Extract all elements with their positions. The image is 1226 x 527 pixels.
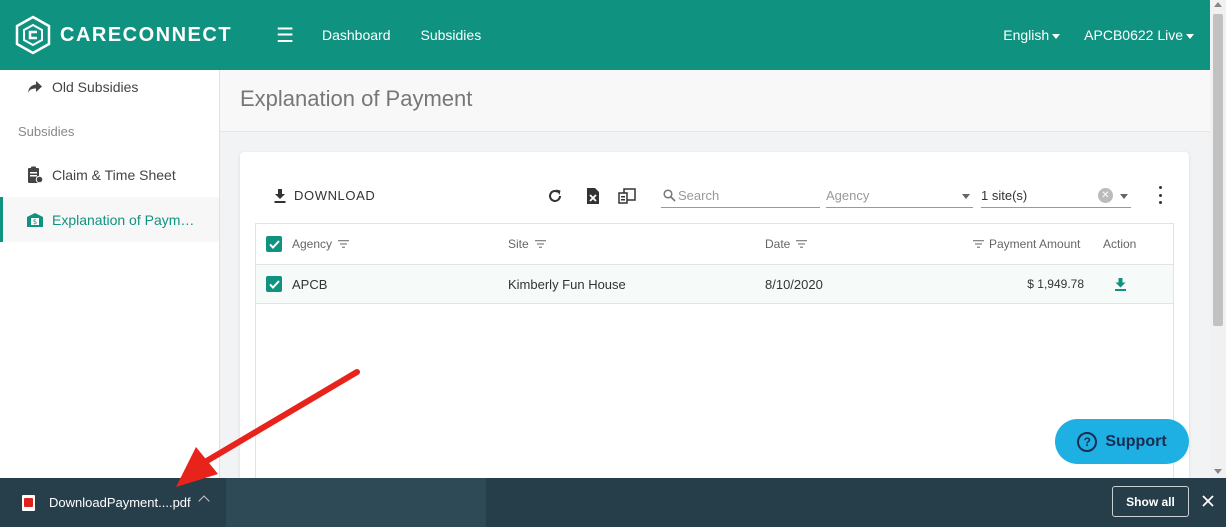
clipboard-icon	[26, 166, 44, 184]
column-header-date[interactable]: Date	[765, 224, 808, 264]
vertical-scrollbar[interactable]	[1210, 0, 1226, 478]
chevron-up-icon[interactable]	[198, 495, 210, 507]
select-all-checkbox-cell	[266, 224, 282, 264]
svg-text:$: $	[33, 218, 37, 226]
close-icon[interactable]	[1200, 493, 1216, 509]
search-field[interactable]	[661, 184, 820, 208]
table-header: Agency Site Date Payment Amount Action	[256, 224, 1173, 265]
page-title: Explanation of Payment	[240, 86, 473, 111]
top-header: CARECONNECT ☰ Dashboard Subsidies Englis…	[0, 0, 1210, 70]
show-all-button[interactable]: Show all	[1112, 486, 1189, 517]
language-label: English	[1003, 27, 1050, 43]
support-button[interactable]: ? Support	[1055, 419, 1189, 464]
column-label: Action	[1103, 237, 1137, 251]
share-arrow-icon	[26, 78, 44, 96]
site-select-value: 1 site(s)	[981, 188, 1028, 203]
pdf-file-icon	[22, 494, 35, 511]
download-bar: DownloadPayment....pdf Show all	[0, 478, 1226, 527]
cell-agency: APCB	[292, 276, 328, 292]
search-icon	[663, 189, 676, 202]
building-dollar-icon: $	[26, 211, 44, 229]
payment-card: DOWNLOAD Agency 1 site(s) ✕ Agency	[240, 152, 1189, 492]
cell-date: 8/10/2020	[765, 276, 823, 292]
scroll-up-icon[interactable]	[1214, 2, 1222, 7]
help-icon: ?	[1077, 431, 1098, 452]
table-row[interactable]: APCB Kimberly Fun House 8/10/2020 $ 1,94…	[256, 265, 1173, 304]
sidebar-item-old-subsidies[interactable]: Old Subsidies	[0, 74, 219, 100]
excel-export-icon[interactable]	[583, 186, 603, 206]
filter-icon[interactable]	[973, 240, 984, 248]
row-checkbox-cell	[266, 265, 282, 303]
select-all-checkbox[interactable]	[266, 236, 282, 252]
column-label: Date	[765, 237, 791, 251]
column-label: Agency	[292, 237, 333, 251]
chevron-down-icon	[962, 194, 970, 199]
brand-name: CARECONNECT	[60, 23, 233, 46]
language-dropdown[interactable]: English	[1003, 27, 1061, 43]
payment-table: Agency Site Date Payment Amount Action A…	[255, 223, 1174, 492]
caret-down-icon	[1052, 33, 1061, 39]
sidebar-item-claim-time-sheet[interactable]: Claim & Time Sheet	[0, 162, 219, 188]
support-label: Support	[1105, 432, 1167, 450]
downloaded-file-name: DownloadPayment....pdf	[49, 495, 191, 510]
row-download-icon[interactable]	[1115, 265, 1126, 303]
logo[interactable]: CARECONNECT	[14, 15, 232, 55]
filter-icon[interactable]	[338, 240, 350, 248]
hamburger-menu-icon[interactable]: ☰	[276, 23, 294, 48]
account-label: APCB0622 Live	[1084, 27, 1183, 43]
sidebar-item-label: Claim & Time Sheet	[52, 167, 176, 183]
filter-icon[interactable]	[534, 240, 546, 248]
download-icon	[274, 188, 286, 203]
agency-select[interactable]: Agency	[826, 184, 973, 208]
cell-site: Kimberly Fun House	[508, 276, 626, 292]
caret-down-icon	[1186, 33, 1194, 39]
filter-icon[interactable]	[796, 240, 808, 248]
clear-icon[interactable]: ✕	[1098, 188, 1113, 203]
sidebar-item-label: Old Subsidies	[52, 79, 139, 95]
page-header: Explanation of Payment	[220, 70, 1210, 132]
check-icon	[268, 239, 280, 249]
cell-payment-amount: $ 1,949.78	[1027, 277, 1084, 291]
chevron-down-icon	[1120, 194, 1128, 199]
more-options-icon[interactable]	[1154, 186, 1166, 204]
column-header-payment-amount[interactable]: Payment Amount	[973, 224, 1080, 264]
check-icon	[268, 279, 280, 289]
column-header-action: Action	[1103, 224, 1136, 264]
account-dropdown[interactable]: APCB0622 Live	[1084, 27, 1194, 43]
scroll-down-icon[interactable]	[1214, 469, 1222, 474]
sidebar-item-explanation-of-payment[interactable]: $ Explanation of Paym…	[0, 197, 219, 242]
column-label: Site	[508, 237, 529, 251]
agency-placeholder: Agency	[826, 188, 870, 203]
refresh-icon[interactable]	[545, 186, 565, 206]
nav-subsidies[interactable]: Subsidies	[421, 27, 482, 43]
columns-layout-icon[interactable]	[617, 186, 637, 206]
scrollbar-thumb[interactable]	[1213, 14, 1223, 326]
sidebar-item-label: Explanation of Paym…	[52, 211, 195, 228]
downloaded-file-item[interactable]: DownloadPayment....pdf	[0, 478, 226, 527]
download-label: DOWNLOAD	[294, 188, 376, 203]
careconnect-logo-icon	[15, 15, 51, 55]
sidebar-section-label: Subsidies	[18, 124, 75, 139]
column-label: Payment Amount	[989, 237, 1081, 251]
nav-dashboard[interactable]: Dashboard	[322, 27, 391, 43]
download-button[interactable]: DOWNLOAD	[274, 188, 375, 203]
column-header-site[interactable]: Site	[508, 224, 546, 264]
search-input[interactable]	[678, 188, 818, 203]
column-header-agency[interactable]: Agency	[292, 224, 350, 264]
row-checkbox[interactable]	[266, 276, 282, 292]
sidebar: Old Subsidies Subsidies Claim & Time She…	[0, 70, 220, 478]
site-select[interactable]: 1 site(s) ✕	[981, 184, 1131, 208]
